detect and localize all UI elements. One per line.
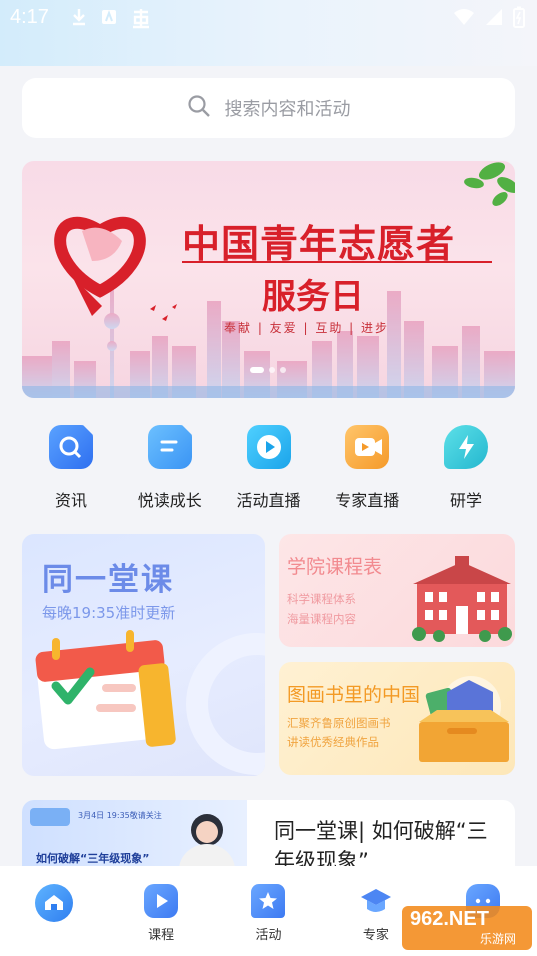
course-schedule-line2: 海量课程内容 [287,612,356,626]
quick-nav-label: 悦读成长 [137,491,202,510]
article-thumb-tag: 3月4日 19:35敬请关注 [78,811,162,820]
quick-nav-label: 专家直播 [335,491,400,510]
banner-title: 中国青年志愿者 [182,221,456,266]
status-bar: 4:17 [0,0,537,66]
search-placeholder: 搜索内容和活动 [224,99,351,120]
quick-nav-activity-live[interactable]: 活动直播 [220,425,318,511]
quick-nav-label: 活动直播 [236,491,301,510]
tab-label-course: 课程 [148,928,175,943]
school-icon [34,884,73,922]
same-class-title: 同一堂课 [42,562,174,598]
carousel-dot [280,367,286,373]
picture-book-line2: 讲读优秀经典作品 [287,735,379,749]
quick-nav: 资讯 悦读成长 活动直播 专家直播 研学 [22,425,515,511]
watermark-line2: 乐游网 [480,932,517,946]
same-class-card[interactable]: 同一堂课 每晚19:35准时更新 [22,534,265,776]
battery-icon [513,6,525,32]
watermark-line1: 962.NET [410,908,489,930]
status-notification-icons [70,7,149,29]
news-icon [49,425,93,469]
course-schedule-card[interactable]: 学院课程表 科学课程体系 海量课程内容 [279,534,515,647]
app-badge-icon [100,7,118,27]
wifi-icon [453,8,475,30]
graduation-cap-icon [359,884,393,918]
article-thumbnail: 3月4日 19:35敬请关注 如何破解“三年级现象” [22,800,247,870]
quick-nav-reading[interactable]: 悦读成长 [121,425,219,511]
banner-divider [182,261,492,263]
status-system-icons [453,6,525,32]
tab-activity[interactable]: 活动 [223,866,313,956]
star-icon [251,884,286,918]
banner-slogan: 奉献 | 友爱 | 互助 | 进步 [224,321,390,335]
picture-book-line1: 汇聚齐鲁原创图画书 [287,716,391,730]
status-time: 4:17 [10,6,49,28]
quick-nav-label: 资讯 [54,491,87,510]
quick-nav-expert-live[interactable]: 专家直播 [318,425,416,511]
promo-banner[interactable]: 中国青年志愿者 服务日 奉献 | 友爱 | 互助 | 进步 [22,161,515,398]
tab-label-activity: 活动 [255,928,282,943]
carousel-dot-active [250,367,264,373]
tab-course[interactable]: 课程 [116,866,206,956]
picture-book-card[interactable]: 图画书里的中国 汇聚齐鲁原创图画书 讲读优秀经典作品 [279,662,515,775]
same-class-subtitle: 每晚19:35准时更新 [42,604,176,622]
reading-icon [147,425,192,469]
banner-subtitle: 服务日 [262,277,364,317]
course-play-icon [144,884,179,918]
carousel-dot [269,367,275,373]
expert-video-icon [345,425,390,469]
live-play-icon [246,425,291,469]
bug-icon [130,7,149,29]
article-thumb-caption: 如何破解“三年级现象” [36,852,150,865]
signal-icon [485,8,503,30]
bolt-icon [444,425,488,469]
course-schedule-title: 学院课程表 [287,556,383,578]
search-bar[interactable]: 搜索内容和活动 [22,78,515,138]
quick-nav-study-tour[interactable]: 研学 [417,425,515,511]
quick-nav-news[interactable]: 资讯 [22,425,120,511]
tab-label-expert: 专家 [362,928,389,943]
picture-book-title: 图画书里的中国 [287,684,421,706]
download-icon [70,7,88,27]
course-schedule-line1: 科学课程体系 [287,592,356,606]
search-icon [187,94,211,122]
watermark-logo: 962.NET 乐游网 [402,906,532,950]
quick-nav-label: 研学 [449,491,482,510]
carousel-indicator [250,367,286,373]
tab-school[interactable]: 学院 [9,866,99,956]
